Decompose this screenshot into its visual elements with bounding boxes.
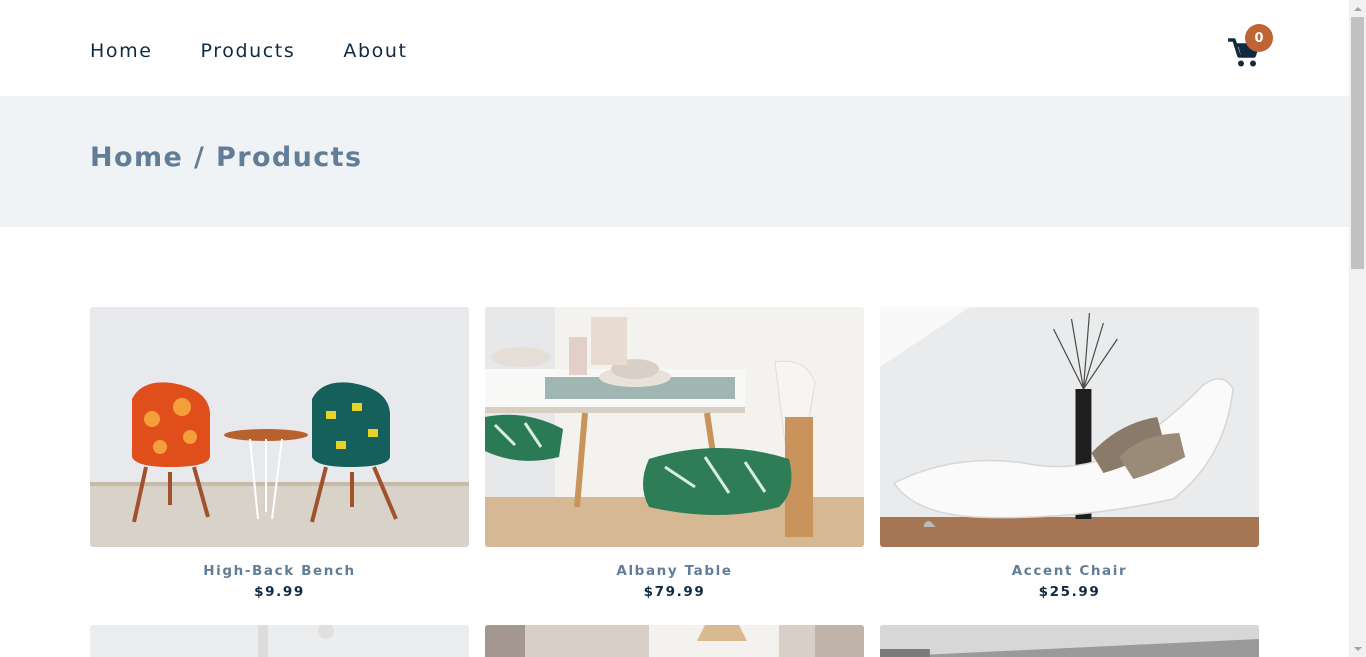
product-name: High-Back Bench (203, 563, 356, 579)
nav-link-about[interactable]: About (343, 38, 407, 64)
product-price: $25.99 (1038, 584, 1101, 600)
product-card[interactable] (90, 625, 469, 657)
product-name: Albany Table (616, 563, 733, 579)
navbar: Home Products About 0 (0, 0, 1349, 96)
page-scrollbar[interactable] (1349, 0, 1366, 657)
product-card[interactable] (880, 625, 1259, 657)
product-price: $9.99 (254, 584, 305, 600)
scroll-up-arrow-icon[interactable] (1349, 0, 1366, 17)
scroll-down-arrow-icon[interactable] (1349, 640, 1366, 657)
product-image[interactable] (485, 307, 864, 547)
product-card[interactable]: Accent Chair $25.99 (880, 307, 1259, 600)
product-image[interactable] (485, 625, 864, 657)
breadcrumb: Home / Products (90, 142, 363, 173)
product-card[interactable]: High-Back Bench $9.99 (90, 307, 469, 600)
product-image[interactable] (880, 625, 1259, 657)
product-image[interactable] (880, 307, 1259, 547)
product-card[interactable]: Albany Table $79.99 (485, 307, 864, 600)
nav-link-products[interactable]: Products (201, 38, 296, 64)
product-card[interactable] (485, 625, 864, 657)
cart-count-badge: 0 (1245, 24, 1273, 52)
product-price: $79.99 (643, 584, 706, 600)
nav-links: Home Products About (90, 38, 456, 64)
page-hero: Home / Products (0, 96, 1349, 227)
product-name: Accent Chair (1011, 563, 1128, 579)
product-image[interactable] (90, 625, 469, 657)
product-image[interactable] (90, 307, 469, 547)
nav-link-home[interactable]: Home (90, 38, 153, 64)
scrollbar-thumb[interactable] (1351, 17, 1364, 269)
